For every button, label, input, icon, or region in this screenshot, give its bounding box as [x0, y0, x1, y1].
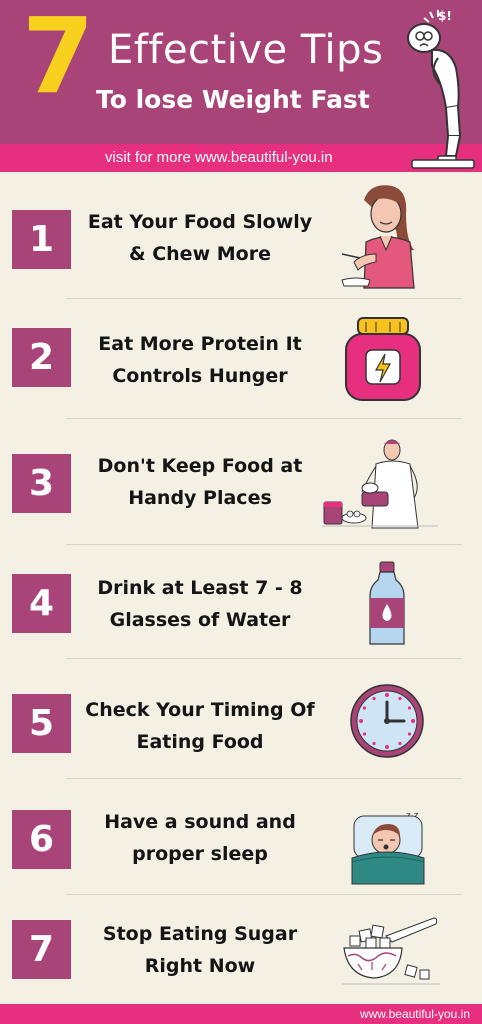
- divider: [66, 894, 462, 895]
- tip-text-line2: Handy Places: [128, 487, 272, 509]
- visit-link[interactable]: visit for more www.beautiful-you.in: [105, 148, 333, 168]
- tip-number-badge: 7: [12, 920, 71, 979]
- tip-text-line2: proper sleep: [132, 843, 268, 865]
- tip-number-badge: 5: [12, 694, 71, 753]
- title-line-2: To lose Weight Fast: [96, 85, 370, 114]
- footer-bar: www.beautiful-you.in: [0, 1004, 482, 1024]
- tip-text-line1: Drink at Least 7 - 8: [97, 577, 303, 599]
- clock-icon: [350, 684, 424, 758]
- tip-text-line1: Eat More Protein It: [98, 333, 302, 355]
- tip-text-line1: Stop Eating Sugar: [102, 923, 298, 945]
- tip-text: Eat More Protein It Controls Hunger: [80, 328, 320, 392]
- tip-item-4: 4 Drink at Least 7 - 8 Glasses of Water: [0, 546, 482, 658]
- tip-number-badge: 6: [12, 810, 71, 869]
- tip-number-badge: 4: [12, 574, 71, 633]
- water-bottle-icon: [369, 561, 405, 645]
- woman-eating-icon: [341, 185, 415, 289]
- divider: [66, 544, 462, 545]
- divider: [66, 418, 462, 419]
- tip-number-badge: 3: [12, 454, 71, 513]
- tip-text-line1: Check Your Timing Of: [85, 699, 315, 721]
- big-number-seven: 7: [22, 0, 95, 117]
- tip-text-line2: Eating Food: [136, 731, 264, 753]
- tip-text-line2: & Chew More: [129, 243, 271, 265]
- tip-number-badge: 2: [12, 328, 71, 387]
- divider: [66, 298, 462, 299]
- tip-item-1: 1 Eat Your Food Slowly & Chew More: [0, 176, 482, 298]
- tip-text-line1: Don't Keep Food at: [97, 455, 303, 477]
- tip-text-line1: Eat Your Food Slowly: [87, 211, 313, 233]
- sugar-bowl-icon: [342, 917, 440, 985]
- tip-text: Stop Eating Sugar Right Now: [80, 918, 320, 982]
- tip-text: Don't Keep Food at Handy Places: [80, 450, 320, 514]
- tip-item-6: 6 Have a sound and proper sleep z z: [0, 780, 482, 894]
- exclaim-text: $!: [438, 9, 452, 23]
- tip-number-badge: 1: [12, 210, 71, 269]
- man-with-food-icon: [322, 439, 438, 529]
- tip-text-line2: Controls Hunger: [112, 365, 288, 387]
- tip-text-line2: Glasses of Water: [109, 609, 291, 631]
- tip-text: Have a sound and proper sleep: [80, 806, 320, 870]
- divider: [66, 778, 462, 779]
- tip-item-5: 5 Check Your Timing Of Eating Food: [0, 660, 482, 778]
- protein-jar-icon: [345, 317, 421, 401]
- tip-text: Eat Your Food Slowly & Chew More: [80, 206, 320, 270]
- tip-text: Check Your Timing Of Eating Food: [80, 694, 320, 758]
- tip-item-7: 7 Stop Eating Sugar Right Now: [0, 896, 482, 1004]
- tip-item-3: 3 Don't Keep Food at Handy Places: [0, 420, 482, 544]
- weighing-scale-man-icon: $!: [407, 9, 475, 169]
- title-line-1: Effective Tips: [108, 27, 384, 73]
- divider: [66, 658, 462, 659]
- tip-text: Drink at Least 7 - 8 Glasses of Water: [80, 572, 320, 636]
- footer-url-link[interactable]: www.beautiful-you.in: [360, 1006, 470, 1022]
- tip-item-2: 2 Eat More Protein It Controls Hunger: [0, 300, 482, 418]
- tip-text-line1: Have a sound and: [104, 811, 296, 833]
- sleeping-person-icon: z z: [351, 811, 425, 885]
- tip-text-line2: Right Now: [144, 955, 256, 977]
